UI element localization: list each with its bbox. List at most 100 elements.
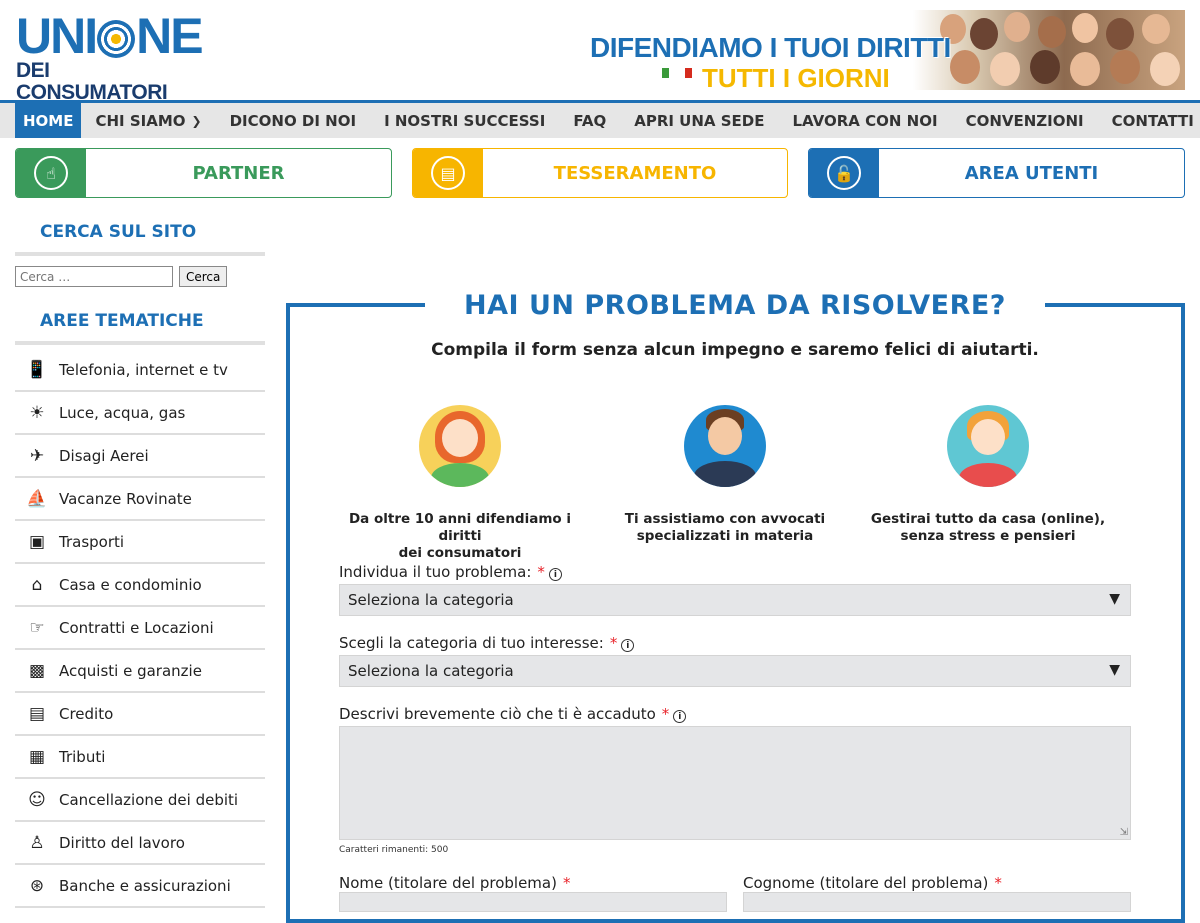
describe-label: Descrivi brevemente ciò che ti è accadut…	[339, 705, 687, 723]
description-textarea[interactable]: ⇲	[339, 726, 1131, 840]
bulb-icon: ☀	[29, 402, 45, 423]
nav-contatti[interactable]: CONTATTI	[1098, 103, 1200, 138]
area-label: Vacanze Rovinate	[59, 489, 192, 508]
search-button[interactable]: Cerca	[179, 266, 228, 287]
tesseramento-label: TESSERAMENTO	[553, 162, 717, 184]
area-label: Cancellazione dei debiti	[59, 790, 239, 809]
area-label: Telefonia, internet e tv	[59, 360, 228, 379]
area-tributi[interactable]: ▦ Tributi	[15, 736, 265, 779]
nav-successi[interactable]: I NOSTRI SUCCESSI	[370, 103, 559, 138]
nav-chi-siamo[interactable]: CHI SIAMO ❯	[81, 103, 215, 138]
dropdown-arrow-icon: ▼	[1109, 662, 1120, 678]
home-icon: ⌂	[31, 574, 43, 595]
area-utenti-icon-box: 🔓	[809, 149, 879, 197]
feature-experience: Da oltre 10 anni difendiamo i diritti dei…	[330, 405, 590, 562]
info-icon[interactable]: i	[673, 710, 687, 723]
smile-icon: ☺	[28, 789, 46, 810]
area-aerei[interactable]: ✈ Disagi Aerei	[15, 435, 265, 478]
form-subtitle: Compila il form senza alcun impegno e sa…	[431, 340, 1039, 360]
area-trasporti[interactable]: ▣ Trasporti	[15, 521, 265, 564]
area-luce[interactable]: ☀ Luce, acqua, gas	[15, 392, 265, 435]
bank-icon: ⊛	[29, 875, 45, 896]
char-counter: Caratteri rimanenti: 500	[339, 845, 449, 855]
area-utenti-label: AREA UTENTI	[964, 162, 1099, 184]
partner-icon-box: ☝	[16, 149, 86, 197]
search-form: Cerca	[15, 266, 228, 287]
feature-lawyers: Ti assistiamo con avvocati specializzati …	[595, 405, 855, 545]
area-casa[interactable]: ⌂ Casa e condominio	[15, 564, 265, 607]
bus-icon: ▣	[28, 531, 46, 552]
nav-convenzioni[interactable]: CONVENZIONI	[952, 103, 1098, 138]
nav-apri-sede[interactable]: APRI UNA SEDE	[620, 103, 778, 138]
partner-button[interactable]: ☝ PARTNER	[15, 148, 392, 198]
area-lavoro[interactable]: ♙ Diritto del lavoro	[15, 822, 265, 865]
tesseramento-button[interactable]: ▤ TESSERAMENTO	[412, 148, 788, 198]
money-icon: ▤	[28, 703, 46, 724]
area-label: Trasporti	[59, 532, 125, 551]
areas-title: AREE TEMATICHE	[15, 311, 265, 345]
ship-icon: ⛵	[26, 488, 48, 509]
area-contratti[interactable]: ☞ Contratti e Locazioni	[15, 607, 265, 650]
operator-avatar-icon	[947, 405, 1029, 487]
nav-lavora[interactable]: LAVORA CON NOI	[779, 103, 952, 138]
handshake-icon: ☝	[34, 156, 68, 190]
area-banche[interactable]: ⊛ Banche e assicurazioni	[15, 865, 265, 908]
area-utenti-button[interactable]: 🔓 AREA UTENTI	[808, 148, 1185, 198]
id-card-icon: ▤	[431, 156, 465, 190]
name-input[interactable]	[339, 892, 727, 912]
plane-icon: ✈	[29, 445, 45, 466]
phone-icon: 📱	[26, 359, 48, 380]
logo-subtitle: DEI CONSUMATORI	[16, 59, 168, 104]
gift-icon: ▩	[28, 660, 46, 681]
area-label: Credito	[59, 704, 114, 723]
category-label: Scegli la categoria di tuo interesse: * i	[339, 634, 635, 652]
banner-slogan-1: DIFENDIAMO I TUOI DIRITTI	[590, 32, 951, 63]
nav-faq[interactable]: FAQ	[559, 103, 620, 138]
category-select[interactable]: Seleziona la categoria ▼	[339, 655, 1131, 687]
info-icon[interactable]: i	[621, 639, 635, 652]
surname-input[interactable]	[743, 892, 1131, 912]
area-vacanze[interactable]: ⛵ Vacanze Rovinate	[15, 478, 265, 521]
feature-text: Ti assistiamo con avvocati specializzati …	[624, 511, 826, 544]
info-icon[interactable]: i	[548, 568, 562, 581]
header: UNI NE DEI CONSUMATORI DIFENDIAMO I TUOI …	[0, 0, 1200, 104]
area-credito[interactable]: ▤ Credito	[15, 693, 265, 736]
feature-text: Da oltre 10 anni difendiamo i diritti dei…	[348, 511, 572, 561]
feature-text: Gestirai tutto da casa (online), senza st…	[870, 511, 1106, 544]
target-icon	[97, 20, 136, 58]
area-label: Disagi Aerei	[59, 446, 149, 465]
area-label: Contratti e Locazioni	[59, 618, 214, 637]
dropdown-arrow-icon: ▼	[1109, 591, 1120, 607]
tesseramento-icon-box: ▤	[413, 149, 483, 197]
feature-online: Gestirai tutto da casa (online), senza st…	[858, 405, 1118, 545]
site-logo[interactable]: UNI NE DEI CONSUMATORI	[16, 8, 206, 104]
area-acquisti[interactable]: ▩ Acquisti e garanzie	[15, 650, 265, 693]
header-banner: DIFENDIAMO I TUOI DIRITTI TUTTI I GIORNI	[580, 10, 1185, 90]
banknote-icon: ▦	[28, 746, 46, 767]
area-label: Luce, acqua, gas	[59, 403, 186, 422]
area-label: Tributi	[59, 747, 106, 766]
search-input[interactable]	[15, 266, 173, 287]
area-label: Banche e assicurazioni	[59, 876, 231, 895]
area-label: Diritto del lavoro	[59, 833, 185, 852]
partner-label: PARTNER	[192, 162, 285, 184]
area-label: Acquisti e garanzie	[59, 661, 202, 680]
lawyer-avatar-icon	[684, 405, 766, 487]
surname-label: Cognome (titolare del problema) *	[743, 874, 1002, 892]
nav-chi-siamo-label: CHI SIAMO	[95, 111, 186, 130]
form-title: HAI UN PROBLEMA DA RISOLVERE?	[464, 290, 1006, 321]
search-title: CERCA SUL SITO	[15, 222, 265, 256]
problem-label: Individua il tuo problema: * i	[339, 563, 562, 581]
area-telefonia[interactable]: 📱 Telefonia, internet e tv	[15, 349, 265, 392]
resize-grip-icon[interactable]: ⇲	[1120, 827, 1128, 838]
chevron-down-icon: ❯	[191, 113, 202, 128]
area-debiti[interactable]: ☺ Cancellazione dei debiti	[15, 779, 265, 822]
areas-list: 📱 Telefonia, internet e tv ☀ Luce, acqua, …	[15, 349, 265, 908]
area-label: Casa e condominio	[59, 575, 202, 594]
nav-home[interactable]: HOME	[15, 103, 82, 138]
problem-select[interactable]: Seleziona la categoria ▼	[339, 584, 1131, 616]
worker-icon: ♙	[29, 832, 45, 853]
nav-dicono-di-noi[interactable]: DICONO DI NOI	[216, 103, 370, 138]
logo-wordmark: UNI NE	[16, 8, 204, 64]
unlock-icon: 🔓	[827, 156, 861, 190]
